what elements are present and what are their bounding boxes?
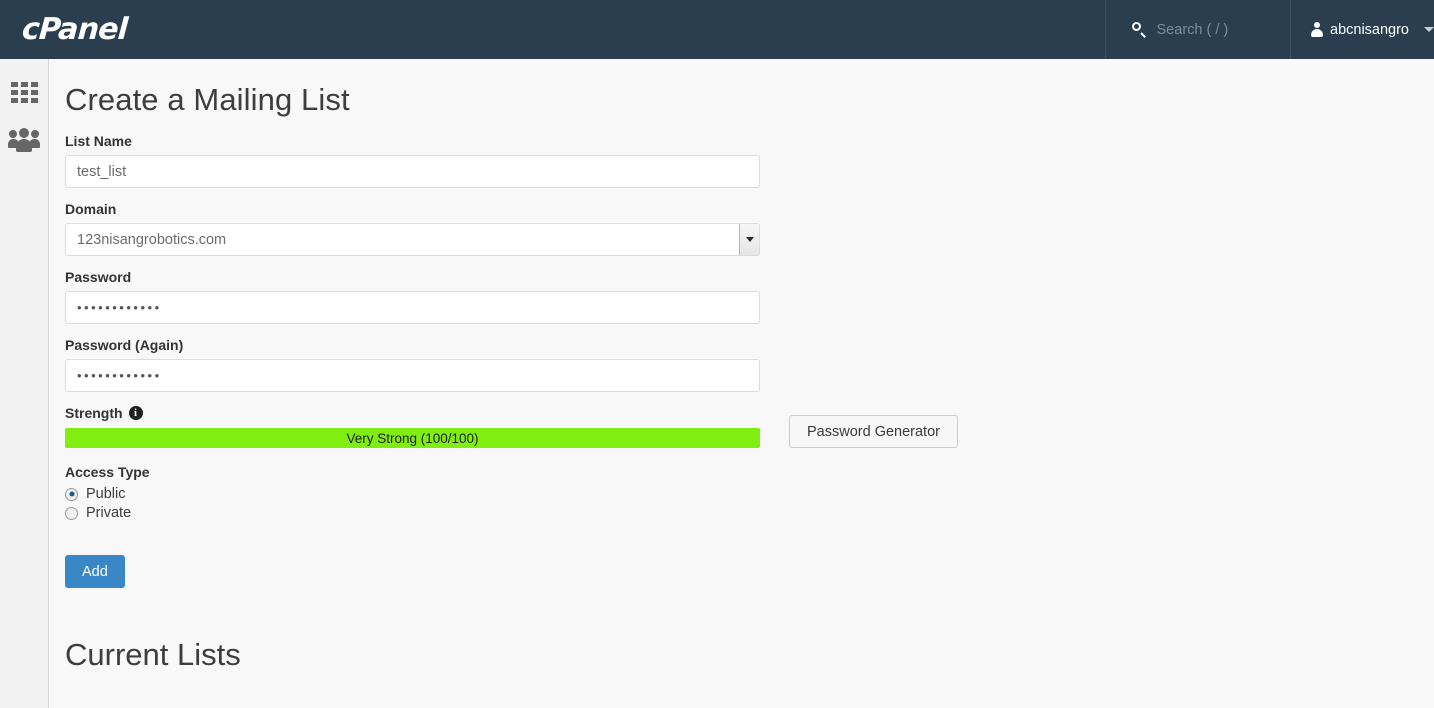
list-name-input[interactable] bbox=[65, 155, 760, 189]
info-icon[interactable]: i bbox=[128, 406, 143, 421]
current-lists-title: Current Lists bbox=[65, 637, 241, 673]
list-name-group: List Name bbox=[65, 133, 1434, 189]
search-box[interactable]: Search ( / ) bbox=[1106, 0, 1290, 59]
search-icon[interactable] bbox=[1131, 22, 1147, 37]
list-name-label: List Name bbox=[65, 133, 132, 150]
access-type-label: Access Type bbox=[65, 464, 150, 481]
domain-dropdown-arrow-icon[interactable] bbox=[739, 224, 759, 256]
domain-label: Domain bbox=[65, 201, 117, 218]
radio-private-icon[interactable] bbox=[65, 506, 78, 520]
page-title: Create a Mailing List bbox=[65, 82, 350, 117]
sidebar-item-user-manager[interactable] bbox=[0, 116, 48, 164]
password-again-masked-value: •••••••••••• bbox=[77, 368, 162, 384]
left-sidebar bbox=[0, 59, 49, 708]
radio-option-public[interactable]: Public bbox=[65, 486, 1434, 502]
people-group-icon bbox=[8, 128, 40, 152]
radio-private-label: Private bbox=[86, 505, 132, 522]
chevron-down-icon[interactable] bbox=[1424, 27, 1434, 32]
radio-public-icon[interactable] bbox=[65, 487, 78, 501]
password-masked-value: •••••••••••• bbox=[77, 300, 162, 316]
domain-select[interactable] bbox=[65, 223, 760, 257]
user-avatar-icon bbox=[1311, 22, 1323, 37]
password-strength-text: Very Strong (100/100) bbox=[346, 430, 479, 446]
sidebar-item-tools[interactable] bbox=[0, 68, 48, 116]
main-content: Create a Mailing List List Name Domain P… bbox=[50, 59, 1434, 708]
user-menu-label: abcnisangro bbox=[1330, 21, 1409, 38]
password-group: Password •••••••••••• bbox=[65, 269, 1434, 325]
cpanel-logo[interactable]: cPanel bbox=[21, 12, 129, 47]
radio-public-label: Public bbox=[86, 486, 126, 503]
strength-label: Strength bbox=[65, 405, 123, 422]
password-generator-button[interactable]: Password Generator bbox=[789, 415, 958, 449]
domain-group: Domain bbox=[65, 201, 1434, 257]
password-input[interactable]: •••••••••••• bbox=[65, 291, 760, 325]
password-strength-bar: Very Strong (100/100) bbox=[65, 428, 760, 449]
search-input[interactable]: Search ( / ) bbox=[1157, 22, 1229, 38]
password-again-input[interactable]: •••••••••••• bbox=[65, 359, 760, 393]
brand-area[interactable]: cPanel bbox=[0, 0, 1105, 59]
access-type-group: Access Type Public Private bbox=[65, 464, 1434, 521]
user-menu[interactable]: abcnisangro bbox=[1291, 0, 1434, 59]
strength-group: Strength i Very Strong (100/100) Passwor… bbox=[65, 405, 1434, 449]
password-label: Password bbox=[65, 269, 132, 286]
password-again-label: Password (Again) bbox=[65, 337, 184, 354]
add-button[interactable]: Add bbox=[65, 555, 125, 589]
password-again-group: Password (Again) •••••••••••• bbox=[65, 337, 1434, 393]
grid-icon bbox=[10, 81, 38, 103]
radio-option-private[interactable]: Private bbox=[65, 505, 1434, 521]
top-header: cPanel Search ( / ) abcnisangro bbox=[0, 0, 1434, 59]
